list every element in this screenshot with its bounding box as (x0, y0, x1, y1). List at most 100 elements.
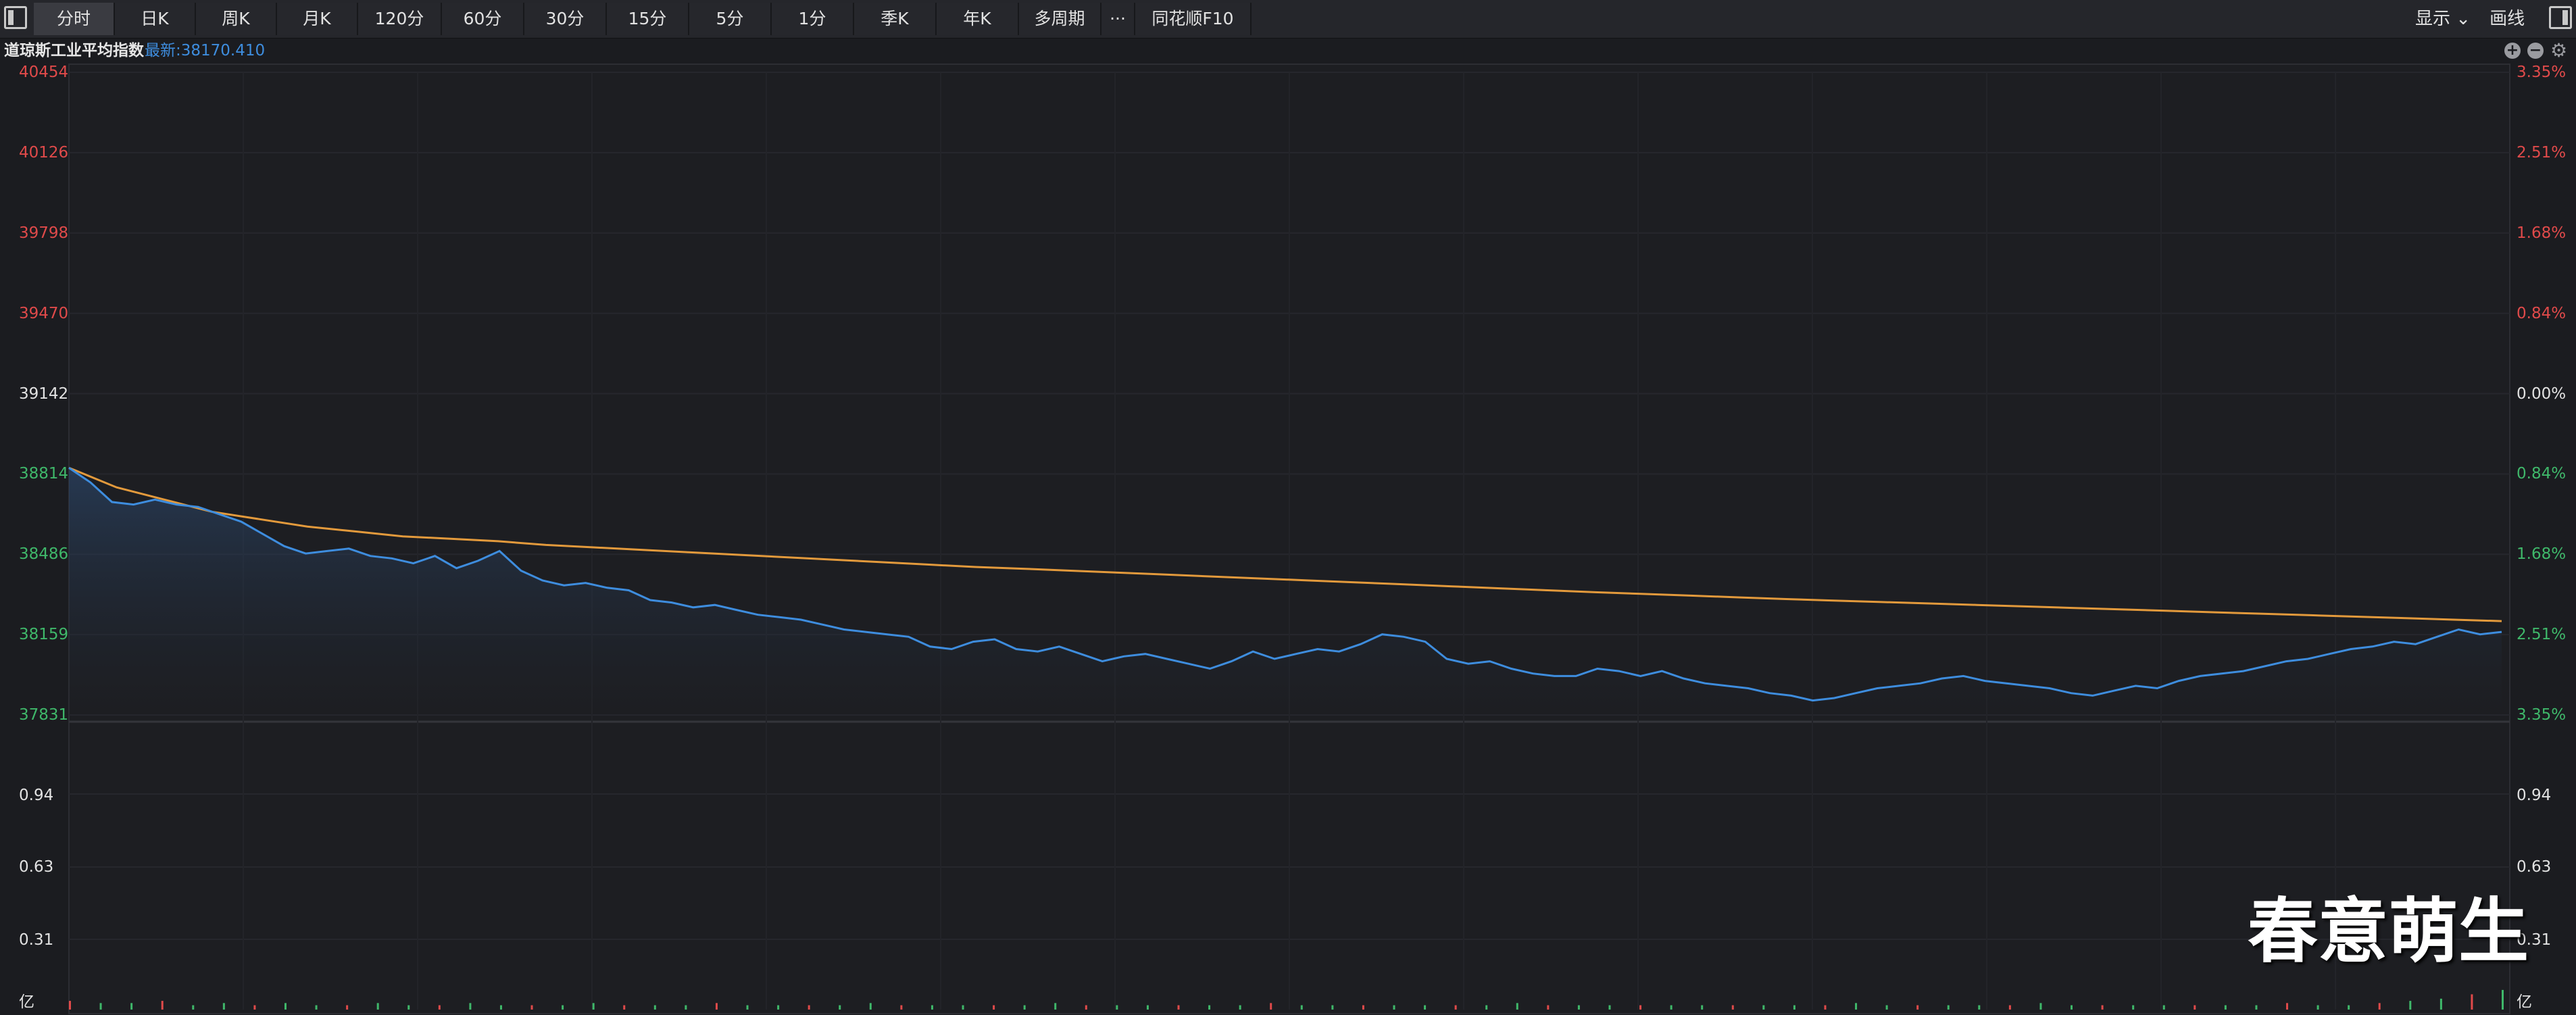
watermark: 春意萌生 (2248, 890, 2529, 972)
volume-bar (1762, 1005, 1765, 1010)
volume-bar (2162, 1005, 2165, 1010)
volume-bar (1270, 1003, 1272, 1010)
volume-bar (1023, 1005, 1026, 1010)
volume-bar (2194, 1005, 2196, 1010)
volume-bar (2317, 1005, 2319, 1010)
volume-bar (2008, 1005, 2011, 1010)
volume-bar (469, 1003, 472, 1010)
percent-axis-label: 3.35% (2517, 706, 2567, 724)
volume-bar (1701, 1005, 1704, 1010)
volume-bar (1485, 1005, 1488, 1010)
volume-bar (1424, 1005, 1427, 1010)
volume-bar (839, 1005, 841, 1010)
volume-bar (2502, 989, 2504, 1010)
volume-bar (715, 1003, 718, 1010)
percent-axis-label: 1.68% (2517, 545, 2567, 564)
percent-axis-label: 0.00% (2517, 385, 2567, 403)
volume-bar (161, 1001, 164, 1010)
volume-bar (2039, 1003, 2042, 1010)
volume-bar (407, 1005, 410, 1010)
percent-axis-label: 3.35% (2517, 64, 2567, 81)
volume-axis-label: 0.31 (19, 931, 54, 949)
percent-axis-label: 2.51% (2517, 626, 2567, 644)
volume-bar (1239, 1005, 1241, 1010)
volume-bar (1978, 1005, 1981, 1010)
price-axis-label: 39142 (19, 385, 69, 403)
volume-bar (2471, 994, 2473, 1010)
volume-axis-label: 亿 (19, 993, 34, 1011)
volume-axis-label-right: 0.63 (2517, 858, 2552, 876)
volume-bar (808, 1005, 810, 1010)
volume-bar (2409, 1001, 2412, 1010)
price-axis-label: 38814 (19, 465, 69, 483)
volume-bar (222, 1003, 225, 1010)
volume-bar (2439, 998, 2442, 1010)
price-axis-label: 39470 (19, 304, 69, 322)
volume-bar (1177, 1005, 1180, 1010)
volume-bar (1947, 1005, 1950, 1010)
volume-bar (2132, 1005, 2135, 1010)
volume-bar (1116, 1005, 1118, 1010)
volume-bar (653, 1005, 656, 1010)
volume-bar (562, 1005, 564, 1010)
price-axis-label: 37831 (19, 706, 69, 724)
volume-bar (99, 1003, 102, 1010)
volume-bar (1208, 1005, 1211, 1010)
volume-axis-label: 0.63 (19, 858, 54, 876)
volume-bar (284, 1003, 287, 1010)
volume-axis-label-right: 0.94 (2517, 787, 2552, 804)
volume-bar (869, 1003, 872, 1010)
volume-bar (1054, 1003, 1057, 1010)
volume-bar (1916, 1005, 1919, 1010)
volume-bar (2286, 1003, 2289, 1010)
volume-bar (1670, 1005, 1673, 1010)
volume-bar (2348, 1005, 2350, 1010)
volume-bar (130, 1003, 133, 1010)
volume-bar (900, 1005, 903, 1010)
volume-bar (1516, 1003, 1518, 1010)
volume-bar (530, 1005, 533, 1010)
volume-bar (376, 1003, 379, 1010)
volume-bar (1300, 1005, 1303, 1010)
volume-bar (993, 1005, 995, 1010)
volume-bar (2255, 1005, 2258, 1010)
volume-axis-label-right: 亿 (2517, 993, 2532, 1011)
volume-bar (1793, 1005, 1795, 1010)
volume-bar (1885, 1005, 1888, 1010)
volume-bar (69, 1001, 71, 1010)
volume-bar (1362, 1005, 1364, 1010)
trading-app: 分时 日K 周K 月K 120分 60分 30分 15分 5分 1分 季K 年K 多周期 ··· 同花顺F1… (0, 0, 2576, 1015)
volume-bar (1146, 1005, 1149, 1010)
volume-bar (1454, 1005, 1457, 1010)
volume-bar (315, 1005, 318, 1010)
volume-bar (623, 1005, 626, 1010)
volume-bar (499, 1005, 502, 1010)
volume-bar (1855, 1003, 1858, 1010)
intraday-chart[interactable] (0, 0, 2576, 1015)
volume-bar (2224, 1005, 2227, 1010)
price-axis-label: 39798 (19, 224, 69, 242)
volume-bar (253, 1005, 256, 1010)
volume-bar (1331, 1005, 1334, 1010)
volume-bar (1577, 1005, 1580, 1010)
volume-bar (685, 1005, 687, 1010)
volume-bar (962, 1005, 964, 1010)
volume-bar (346, 1005, 349, 1010)
volume-bar (2071, 1005, 2073, 1010)
volume-bar (1824, 1005, 1827, 1010)
volume-bar (438, 1005, 441, 1010)
volume-bar (1731, 1005, 1734, 1010)
volume-bar (1085, 1005, 1087, 1010)
volume-bar (2378, 1003, 2381, 1010)
volume-bar (931, 1005, 933, 1010)
volume-bar (2101, 1005, 2104, 1010)
volume-axis-label: 0.94 (19, 787, 54, 804)
percent-axis-label: 2.51% (2517, 143, 2567, 162)
volume-bar (192, 1005, 195, 1010)
percent-axis-label: 1.68% (2517, 224, 2567, 242)
price-axis-label: 40126 (19, 143, 69, 162)
percent-axis-label: 0.84% (2517, 304, 2567, 322)
volume-bar (1547, 1005, 1550, 1010)
volume-bar (1639, 1005, 1642, 1010)
price-axis-label: 38486 (19, 545, 69, 564)
